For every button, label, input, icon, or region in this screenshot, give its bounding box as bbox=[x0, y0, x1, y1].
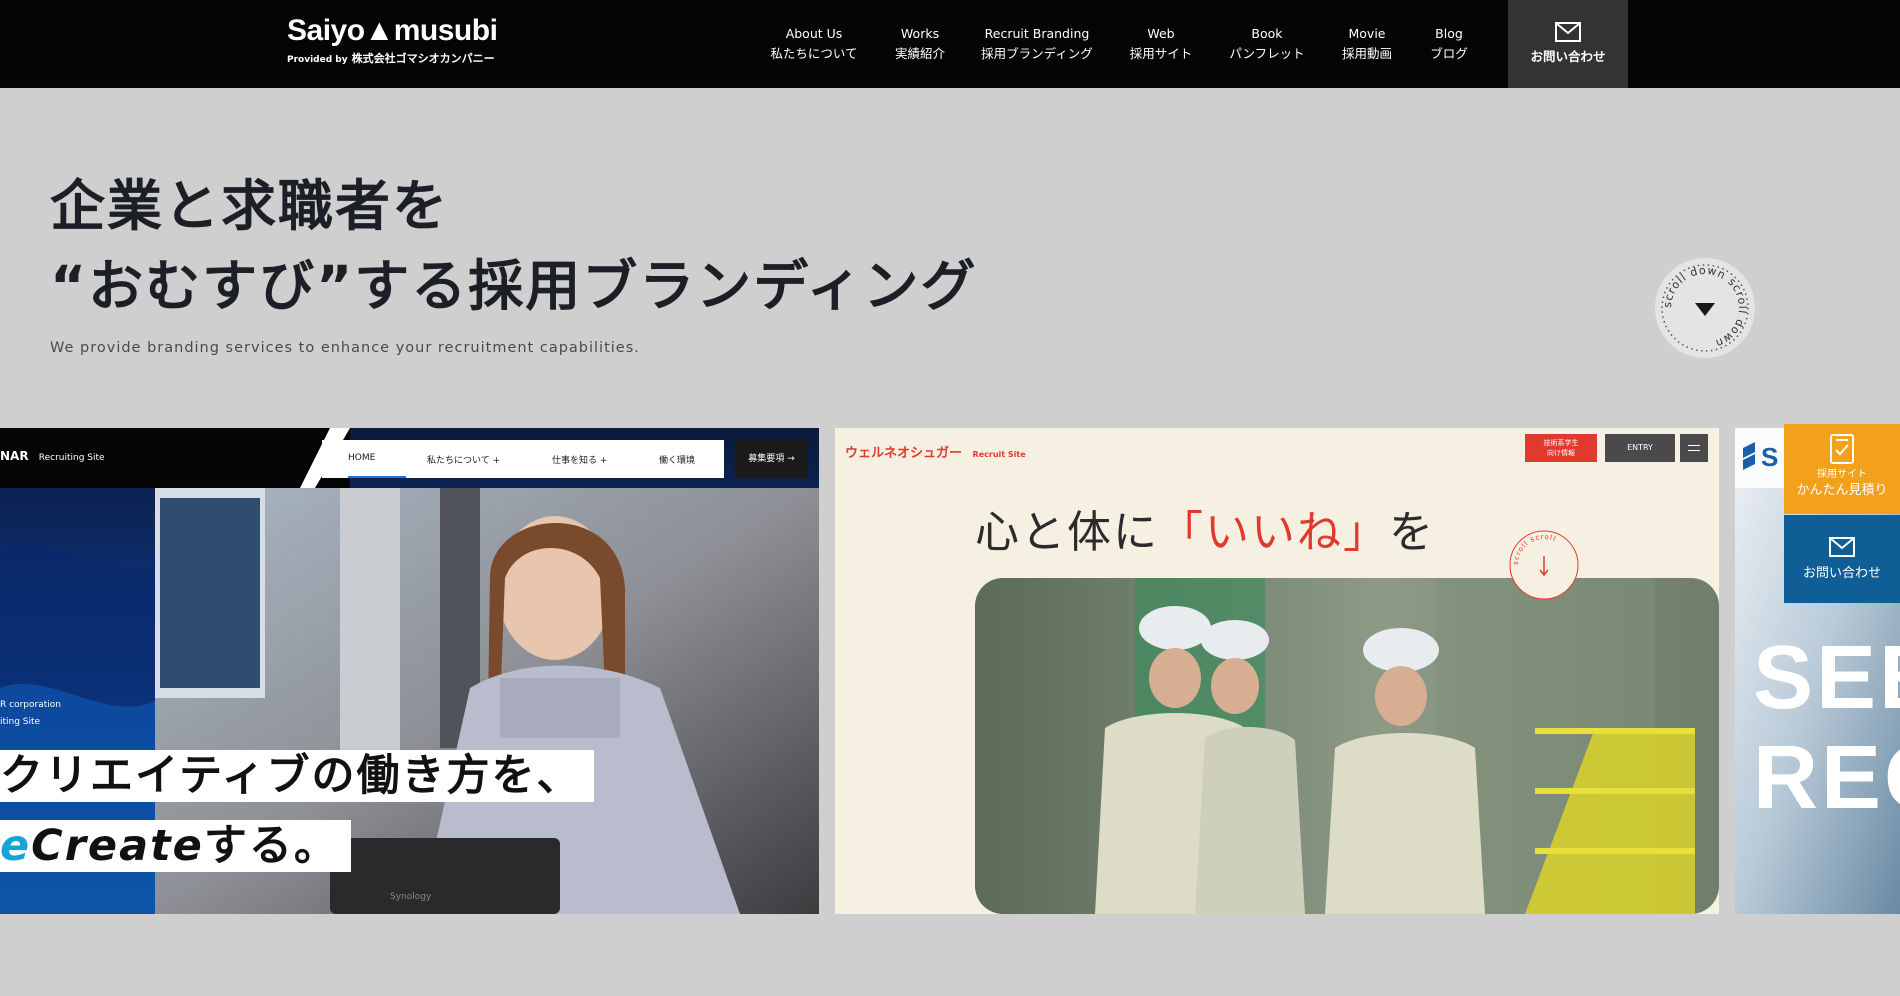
slide3-brand: S bbox=[1761, 442, 1779, 472]
logo-provided-by: Provided by bbox=[287, 55, 348, 65]
header-contact-label: お問い合わせ bbox=[1530, 49, 1606, 64]
hero-title-line2: “おむすび”する採用ブランディング bbox=[50, 254, 978, 318]
logo-company: 株式会社ゴマシオカンパニー bbox=[351, 52, 495, 65]
hero-title-line1: 企業と求職者を bbox=[50, 174, 450, 238]
nav-recruit-branding[interactable]: Recruit Branding 採用ブランディング bbox=[981, 24, 1093, 64]
slide3-headline: SEEREC bbox=[1753, 628, 1900, 828]
slide2-students-button: 技術系学生 向け情報 bbox=[1525, 434, 1597, 462]
hero-title: 企業と求職者を “おむすび”する採用ブランディング bbox=[50, 166, 977, 326]
slide2-headline: 心と体に「いいね」を bbox=[975, 507, 1435, 558]
works-slide-1[interactable]: NAR Recruiting Site HOME 私たちについて + 仕事を知る… bbox=[0, 428, 819, 914]
estimate-button[interactable]: 採用サイト かんたん見積り bbox=[1784, 424, 1900, 514]
slide1-laptop-label: Synology bbox=[390, 892, 432, 902]
nav-book[interactable]: Book パンフレット bbox=[1229, 24, 1304, 64]
slide1-copy-line1: クリエイティブの働き方を、 bbox=[0, 750, 594, 802]
site-logo[interactable]: Saiyo▲musubi Provided by 株式会社ゴマシオカンパニー bbox=[287, 14, 498, 66]
mail-icon bbox=[1555, 22, 1581, 42]
header-contact-button[interactable]: お問い合わせ bbox=[1508, 0, 1628, 88]
slide2-scroll-badge: scroll scroll bbox=[1509, 530, 1579, 600]
works-slide-2[interactable]: ウェルネオシュガー Recruit Site 技術系学生 向け情報 ENTRY 心… bbox=[835, 428, 1719, 914]
estimate-small-label: 採用サイト bbox=[1817, 469, 1867, 480]
slide2-brand: ウェルネオシュガー Recruit Site bbox=[845, 446, 1026, 461]
document-check-icon bbox=[1830, 434, 1854, 464]
slide2-entry-button: ENTRY bbox=[1605, 434, 1675, 462]
nav-web[interactable]: Web 採用サイト bbox=[1130, 24, 1193, 64]
side-contact-button[interactable]: お問い合わせ bbox=[1784, 515, 1900, 603]
slide1-brand: NAR Recruiting Site bbox=[0, 449, 105, 463]
mail-icon bbox=[1829, 537, 1855, 557]
nav-about[interactable]: About Us 私たちについて bbox=[770, 24, 857, 64]
slide1-copy-line2: eCreateする。 bbox=[0, 820, 351, 872]
slide1-corp: R corporation iting Site bbox=[0, 700, 61, 727]
nav-works[interactable]: Works 実績紹介 bbox=[895, 24, 945, 64]
arrow-down-icon bbox=[1695, 303, 1715, 316]
nav-blog[interactable]: Blog ブログ bbox=[1430, 24, 1468, 64]
nav-movie[interactable]: Movie 採用動画 bbox=[1342, 24, 1392, 64]
estimate-label: かんたん見積り bbox=[1796, 483, 1888, 498]
slide2-menu-icon bbox=[1680, 434, 1708, 462]
side-contact-label: お問い合わせ bbox=[1802, 566, 1881, 581]
hero-subtitle: We provide branding services to enhance … bbox=[50, 340, 640, 356]
site-header: Saiyo▲musubi Provided by 株式会社ゴマシオカンパニー Ab… bbox=[0, 0, 1900, 88]
scroll-down-badge[interactable]: scroll down scroll down bbox=[1655, 258, 1755, 358]
slide1-nav: HOME 私たちについて + 仕事を知る + 働く環境 bbox=[322, 440, 724, 478]
logo-text: Saiyo▲musubi bbox=[287, 14, 498, 47]
slide1-nav-cta: 募集要項 → bbox=[735, 440, 808, 478]
